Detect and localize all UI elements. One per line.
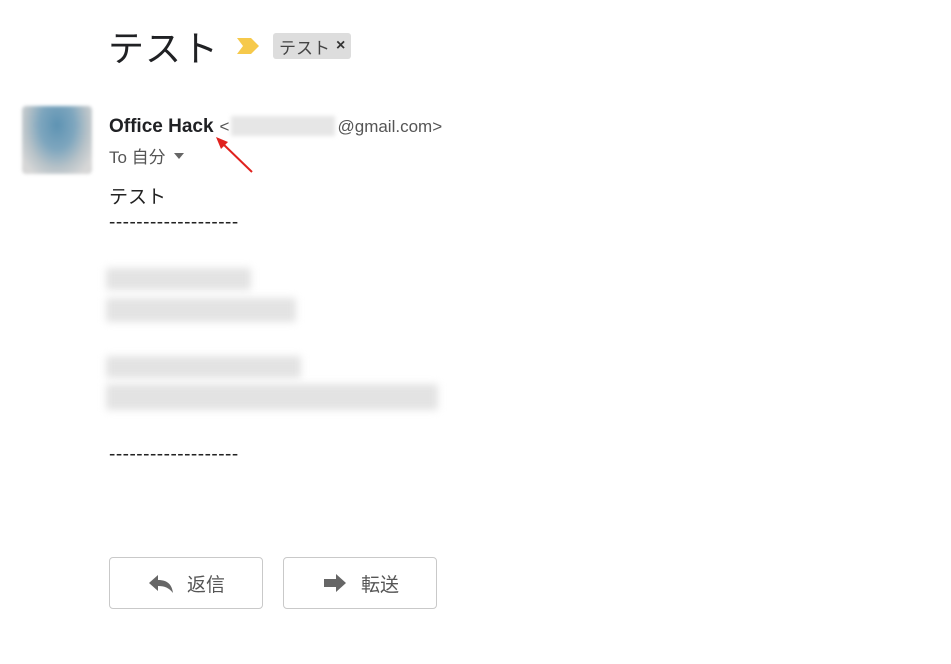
label-chip-text: テスト (279, 38, 331, 58)
redacted-text-block (106, 268, 251, 290)
recipient-details-toggle[interactable]: To 自分 (109, 143, 184, 168)
caret-down-icon (173, 152, 184, 159)
redacted-text-block (106, 356, 301, 378)
recipient-label: To 自分 (109, 148, 166, 167)
subject-row: テスト テスト × (108, 22, 352, 70)
reply-button[interactable]: 返信 (109, 557, 263, 609)
forward-button[interactable]: 転送 (283, 557, 437, 609)
reply-arrow-icon (148, 575, 173, 593)
annotation-arrow-icon (216, 137, 253, 173)
sender-email-domain: @gmail.com> (337, 117, 443, 136)
sender-email-redacted (231, 116, 336, 136)
forward-arrow-icon (323, 574, 346, 592)
redacted-text-block (106, 384, 438, 410)
sender-avatar[interactable] (22, 106, 92, 174)
redacted-text-block (106, 298, 296, 322)
sender-name[interactable]: Office Hack (109, 116, 214, 138)
remove-label-button[interactable]: × (336, 37, 345, 55)
body-separator-bottom: ------------------- (109, 444, 239, 465)
label-chip: テスト × (273, 33, 352, 59)
sender-row: Office Hack < @gmail.com> (109, 112, 442, 138)
importance-marker-icon[interactable] (235, 35, 261, 57)
forward-button-label: 転送 (360, 574, 399, 596)
reply-button-label: 返信 (186, 574, 225, 596)
email-subject: テスト (108, 28, 220, 69)
body-first-line: テスト (109, 187, 167, 208)
body-separator-top: ------------------- (109, 212, 239, 233)
